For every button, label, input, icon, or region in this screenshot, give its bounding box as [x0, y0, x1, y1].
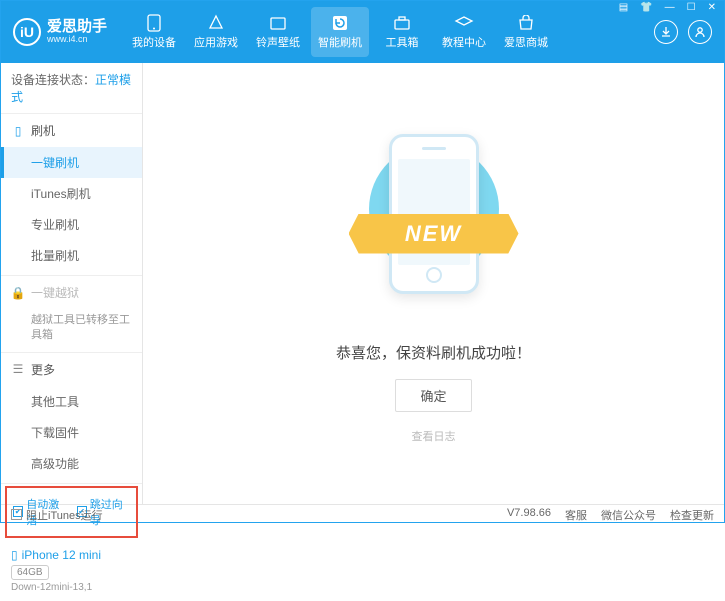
nav-apps[interactable]: 应用游戏 [187, 7, 245, 57]
service-link[interactable]: 客服 [565, 507, 587, 523]
main-content: NEW 恭喜您，保资料刷机成功啦！ 确定 查看日志 [143, 63, 724, 504]
sidebar-item-advanced[interactable]: 高级功能 [1, 448, 142, 479]
store-icon [516, 14, 536, 32]
user-button[interactable] [688, 20, 712, 44]
nav-toolbox[interactable]: 工具箱 [373, 7, 431, 57]
lock-icon: 🔒 [11, 286, 25, 300]
update-link[interactable]: 检查更新 [670, 507, 714, 523]
toolbox-icon [392, 14, 412, 32]
skin-icon[interactable]: 👕 [637, 2, 655, 13]
storage-badge: 64GB [11, 565, 49, 580]
maximize-icon[interactable]: ☐ [684, 2, 699, 13]
nav-ringtones[interactable]: 铃声壁纸 [249, 7, 307, 57]
logo[interactable]: iU 爱思助手 www.i4.cn [13, 18, 107, 46]
logo-icon: iU [13, 18, 41, 46]
menu-icon[interactable]: ▤ [616, 2, 631, 13]
device-info[interactable]: ▯iPhone 12 mini 64GB Down-12mini-13,1 [1, 540, 142, 601]
success-message: 恭喜您，保资料刷机成功啦！ [336, 342, 531, 363]
phone-icon [144, 14, 164, 32]
block-itunes-label: 阻止iTunes运行 [26, 507, 103, 523]
sidebar: 设备连接状态：正常模式 ▯ 刷机 一键刷机 iTunes刷机 专业刷机 批量刷机… [1, 63, 143, 504]
version-label: V7.98.66 [507, 507, 551, 523]
folder-icon [268, 14, 288, 32]
download-button[interactable] [654, 20, 678, 44]
device-phone-icon: ▯ [11, 548, 18, 562]
minimize-icon[interactable]: — [662, 2, 678, 13]
menu-lines-icon: ☰ [11, 362, 25, 376]
jailbreak-note: 越狱工具已转移至工具箱 [31, 313, 132, 344]
refresh-icon [330, 14, 350, 32]
close-icon[interactable]: ✕ [705, 2, 719, 13]
nav-store[interactable]: 爱思商城 [497, 7, 555, 57]
sidebar-item-oneclick[interactable]: 一键刷机 [1, 147, 142, 178]
ok-button[interactable]: 确定 [395, 379, 471, 412]
sidebar-item-download[interactable]: 下载固件 [1, 417, 142, 448]
wechat-link[interactable]: 微信公众号 [601, 507, 656, 523]
sidebar-item-other[interactable]: 其他工具 [1, 386, 142, 417]
graduation-icon [454, 14, 474, 32]
checkbox-block-itunes[interactable] [11, 509, 22, 520]
new-ribbon: NEW [349, 214, 519, 254]
main-nav: 我的设备 应用游戏 铃声壁纸 智能刷机 工具箱 教程中心 爱思商城 [125, 7, 654, 57]
apps-icon [206, 14, 226, 32]
nav-flash[interactable]: 智能刷机 [311, 7, 369, 57]
app-title: 爱思助手 [47, 19, 107, 36]
app-subtitle: www.i4.cn [47, 35, 107, 45]
sidebar-more-head[interactable]: ☰ 更多 [1, 353, 142, 386]
success-illustration: NEW [354, 124, 514, 324]
nav-tutorial[interactable]: 教程中心 [435, 7, 493, 57]
phone-outline-icon: ▯ [11, 124, 25, 138]
connection-status: 设备连接状态：正常模式 [1, 63, 142, 114]
sidebar-item-itunes[interactable]: iTunes刷机 [1, 178, 142, 209]
device-detail: Down-12mini-13,1 [11, 582, 132, 593]
sidebar-jailbreak-head[interactable]: 🔒 一键越狱 [1, 276, 142, 309]
sidebar-item-batch[interactable]: 批量刷机 [1, 240, 142, 271]
nav-my-device[interactable]: 我的设备 [125, 7, 183, 57]
view-log-link[interactable]: 查看日志 [412, 428, 456, 444]
sidebar-item-pro[interactable]: 专业刷机 [1, 209, 142, 240]
sidebar-flash-head[interactable]: ▯ 刷机 [1, 114, 142, 147]
footer: 阻止iTunes运行 V7.98.66 客服 微信公众号 检查更新 [1, 504, 724, 524]
